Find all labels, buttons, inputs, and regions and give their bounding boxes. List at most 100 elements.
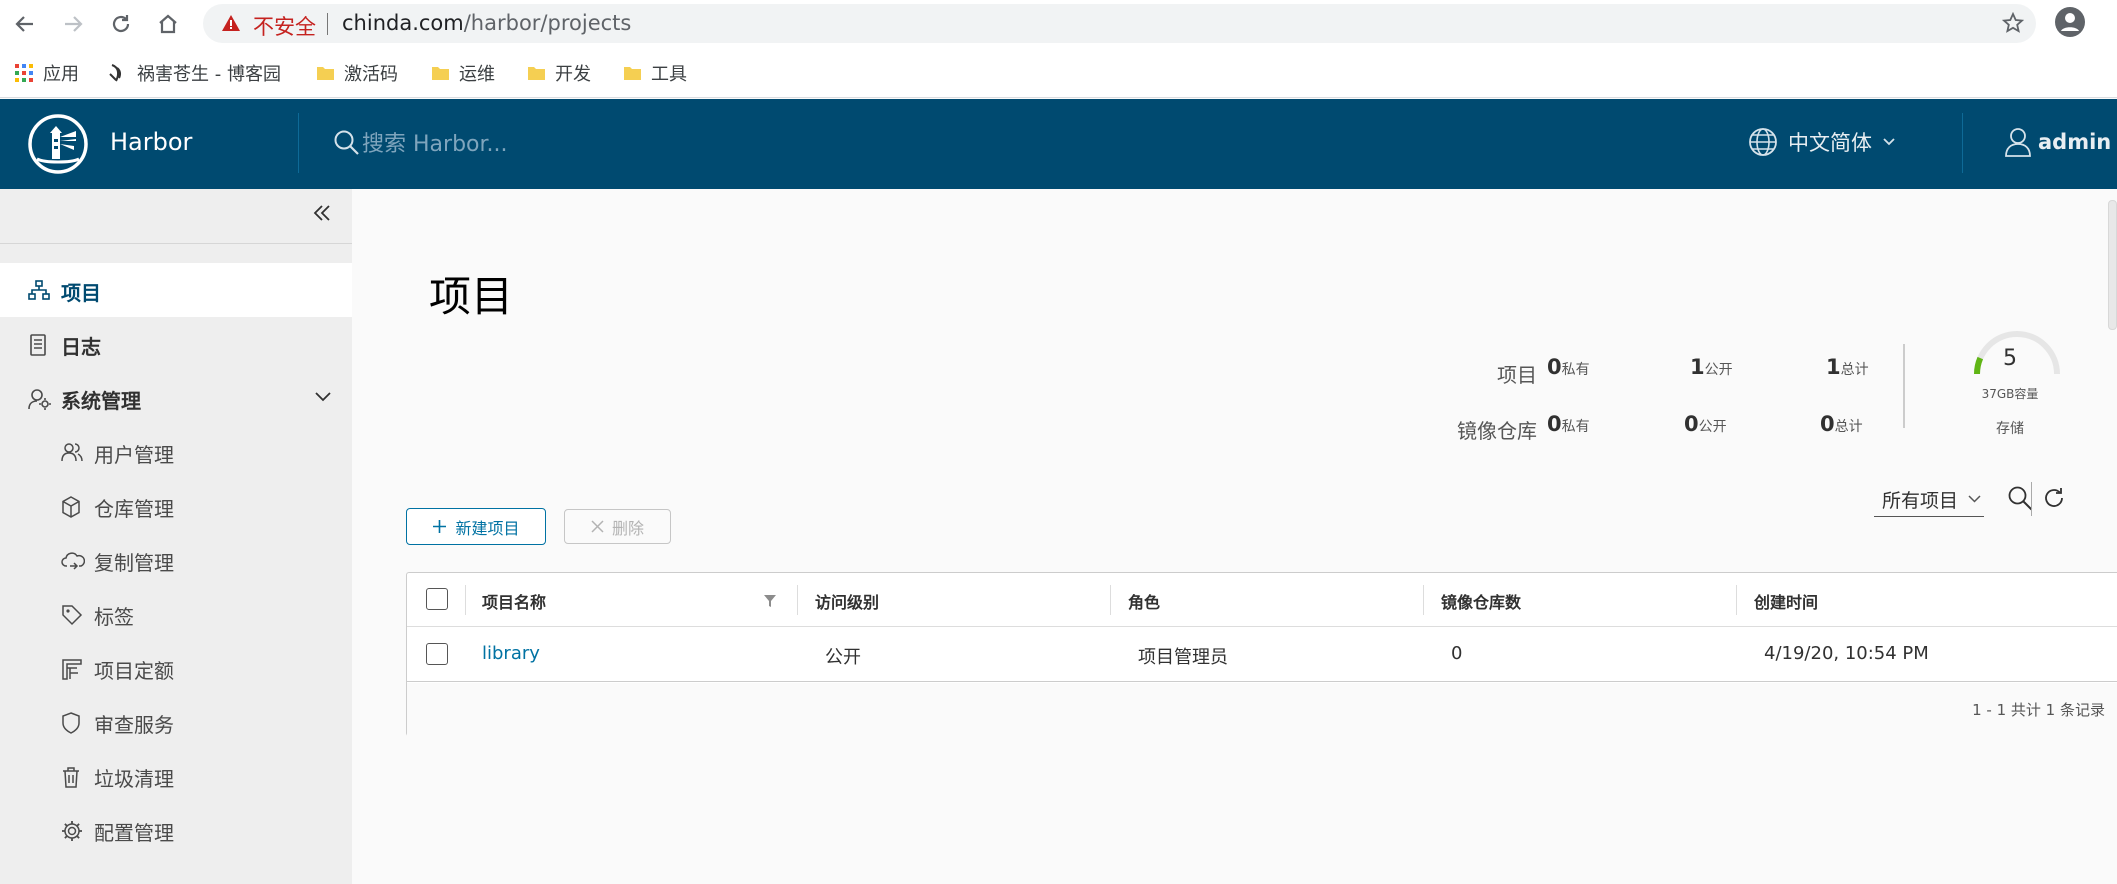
projects-table: 项目名称 访问级别 角色 镜像仓库数 创建时间 library 公开 项目管理员…: [406, 572, 2117, 736]
forward-button[interactable]: [56, 7, 90, 41]
filter-funnel-icon[interactable]: [763, 594, 777, 608]
brand-name: Harbor: [110, 128, 193, 156]
column-header-access[interactable]: 访问级别: [815, 589, 879, 613]
header-divider: [1962, 113, 1963, 173]
select-all-checkbox[interactable]: [426, 588, 448, 610]
delete-button[interactable]: 删除: [564, 509, 671, 544]
sidebar-item-project-quotas[interactable]: 项目定额: [0, 641, 352, 695]
language-selector[interactable]: 中文简体: [1748, 127, 1896, 157]
chevron-down-icon: [1882, 137, 1896, 147]
access-level-cell: 公开: [825, 647, 861, 668]
storage-value: 5: [2003, 346, 2017, 371]
folder-icon: [623, 65, 642, 81]
column-header-name[interactable]: 项目名称: [482, 589, 546, 613]
sidebar-item-registries[interactable]: 仓库管理: [0, 479, 352, 533]
new-project-button[interactable]: 新建项目: [406, 508, 546, 545]
sidebar-item-label: 用户管理: [94, 443, 174, 467]
column-divider: [1110, 585, 1111, 615]
sidebar-item-logs[interactable]: 日志: [0, 317, 352, 371]
chevron-down-icon[interactable]: [314, 391, 332, 403]
folder-icon: [316, 65, 335, 81]
bookmark-blog[interactable]: 祸害苍生 - 博客园: [108, 60, 281, 86]
sidebar-item-projects[interactable]: 项目: [0, 263, 352, 317]
apps-grid-icon: [14, 63, 34, 83]
project-filter-select[interactable]: 所有项目: [1874, 483, 1984, 517]
search-icon[interactable]: [2007, 485, 2033, 511]
sidebar-item-configuration[interactable]: 配置管理: [0, 803, 352, 857]
tag-icon: [61, 604, 83, 626]
close-icon: [591, 520, 604, 533]
table-row: library 公开 项目管理员 0 4/19/20, 10:54 PM: [407, 628, 2117, 682]
profile-avatar-icon[interactable]: [2054, 6, 2086, 38]
reload-button[interactable]: [104, 7, 138, 41]
sidebar-item-label: 仓库管理: [94, 497, 174, 521]
security-status[interactable]: 不安全: [253, 11, 316, 41]
folder-icon: [431, 65, 450, 81]
url-text[interactable]: chinda.com/harbor/projects: [342, 11, 631, 35]
row-checkbox[interactable]: [426, 643, 448, 665]
bookmark-star-icon[interactable]: [2002, 12, 2024, 34]
sidebar-item-label: 复制管理: [94, 551, 174, 575]
sidebar-item-replications[interactable]: 复制管理: [0, 533, 352, 587]
refresh-icon[interactable]: [2042, 486, 2066, 510]
header-divider: [298, 113, 299, 173]
column-header-created[interactable]: 创建时间: [1754, 589, 1818, 613]
filter-value: 所有项目: [1882, 490, 1959, 512]
column-header-repo-count[interactable]: 镜像仓库数: [1441, 589, 1521, 613]
address-bar[interactable]: 不安全 chinda.com/harbor/projects: [203, 4, 2036, 43]
repo-count-cell: 0: [1451, 643, 1463, 664]
stat-suffix: 私有: [1561, 362, 1590, 378]
page-scrollbar[interactable]: [2108, 200, 2117, 330]
home-button[interactable]: [151, 7, 185, 41]
bookmark-folder-dev[interactable]: 开发: [527, 60, 591, 86]
admin-icon: [28, 388, 52, 410]
bookmark-label: 开发: [555, 64, 591, 85]
bookmark-folder-activation[interactable]: 激活码: [316, 60, 398, 86]
sidebar-item-garbage-collection[interactable]: 垃圾清理: [0, 749, 352, 803]
table-footer: 1 - 1 共计 1 条记录: [407, 683, 2117, 736]
stat-value: 1: [1690, 355, 1705, 379]
stat-suffix: 公开: [1698, 419, 1727, 435]
column-divider: [1423, 585, 1424, 615]
sidebar-item-interrogation-services[interactable]: 审查服务: [0, 695, 352, 749]
blog-favicon-icon: [108, 62, 128, 84]
sidebar-item-label: 项目: [61, 281, 101, 305]
stat-repos-total: 0总计: [1820, 412, 1863, 436]
column-divider: [797, 585, 798, 615]
stat-repos-label: 镜像仓库: [1457, 419, 1537, 443]
stat-value: 0: [1820, 412, 1835, 436]
toolbar-divider: [2031, 482, 2032, 516]
user-menu[interactable]: admin: [2004, 127, 2117, 157]
global-search-input[interactable]: [362, 126, 862, 162]
bookmark-apps[interactable]: 应用: [14, 60, 79, 86]
bookmark-folder-ops[interactable]: 运维: [431, 60, 495, 86]
stats-divider: [1903, 344, 1905, 428]
sidebar-divider: [0, 243, 352, 244]
stat-suffix: 总计: [1834, 419, 1863, 435]
harbor-logo-icon[interactable]: [27, 113, 89, 175]
registry-icon: [61, 496, 81, 518]
delete-label: 删除: [611, 518, 644, 538]
bookmark-folder-tools[interactable]: 工具: [623, 60, 687, 86]
sidebar-item-user-management[interactable]: 用户管理: [0, 425, 352, 479]
search-icon[interactable]: [333, 129, 360, 156]
sidebar-item-system-admin[interactable]: 系统管理: [0, 371, 352, 425]
sidebar-item-labels[interactable]: 标签: [0, 587, 352, 641]
sidebar-item-label: 审查服务: [94, 713, 174, 737]
stat-suffix: 公开: [1704, 362, 1733, 378]
logs-icon: [28, 334, 48, 356]
created-time-cell: 4/19/20, 10:54 PM: [1764, 643, 1929, 664]
stat-value: 1: [1826, 355, 1841, 379]
projects-icon: [28, 280, 50, 300]
pagination-summary: 1 - 1 共计 1 条记录: [1972, 701, 2105, 719]
project-name-link[interactable]: library: [482, 643, 540, 664]
column-header-role[interactable]: 角色: [1128, 589, 1160, 613]
stat-projects-public: 1公开: [1690, 355, 1733, 379]
collapse-sidebar-icon[interactable]: [312, 203, 332, 223]
back-button[interactable]: [8, 7, 42, 41]
globe-icon: [1748, 127, 1778, 157]
address-separator: [327, 13, 328, 35]
arrow-right-icon: [62, 13, 84, 35]
bookmark-label: 激活码: [344, 64, 398, 85]
sidebar-item-label: 垃圾清理: [94, 767, 174, 791]
